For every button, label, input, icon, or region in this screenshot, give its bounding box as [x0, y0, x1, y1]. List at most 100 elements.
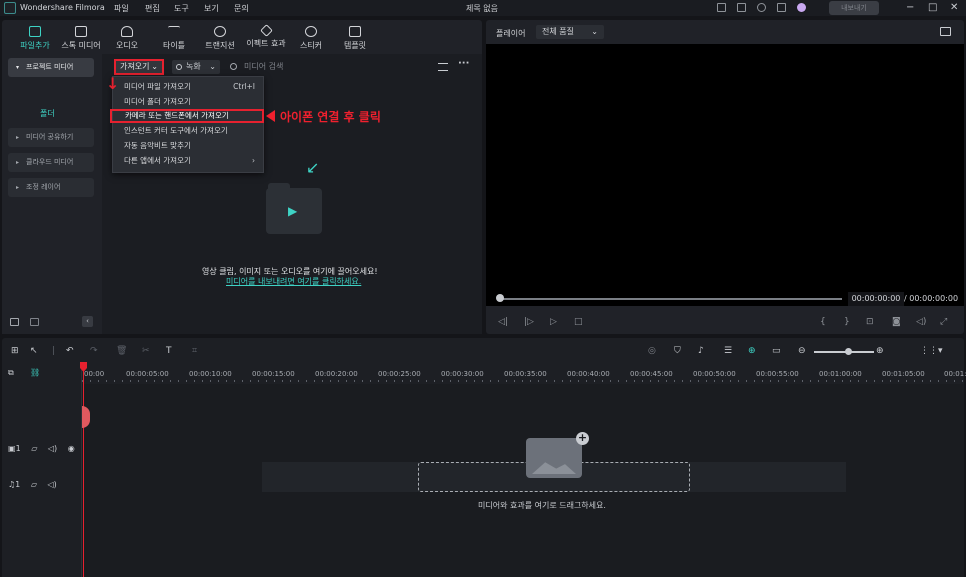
- filmora-logo-icon: [4, 2, 16, 14]
- timeline-toolbar: ⊞ ↖ | ↶ ↷ 🗑 ✂ T ⌗ ◎ ⛉ ♪ ☰ ⊕ ▭ ⊖ ⊕ ⋮⋮ ▾: [2, 338, 964, 362]
- notification-icon[interactable]: [777, 3, 786, 12]
- delete-icon[interactable]: 🗑: [116, 346, 127, 356]
- maximize-icon[interactable]: □: [928, 2, 937, 13]
- menu-view[interactable]: 보기: [204, 3, 219, 14]
- folder-icon[interactable]: ▱: [31, 480, 37, 489]
- drop-link[interactable]: 미디어를 내보내려면 여기를 클릭하세요.: [226, 276, 361, 287]
- tab-stickers[interactable]: 스티커: [288, 26, 334, 51]
- menu-tools[interactable]: 도구: [174, 3, 189, 14]
- render-icon[interactable]: ◎: [648, 346, 656, 356]
- frame-back-icon[interactable]: |▷: [524, 317, 534, 327]
- scrubber-handle[interactable]: [496, 294, 504, 302]
- volume-icon[interactable]: ◁): [916, 317, 926, 327]
- pointer-icon[interactable]: ↖: [30, 346, 38, 356]
- submenu-arrow-icon: ›: [252, 156, 255, 165]
- menu-edit[interactable]: 편집: [145, 3, 160, 14]
- volume-icon[interactable]: ◁): [48, 444, 57, 453]
- chevron-down-icon[interactable]: ▾: [938, 346, 943, 356]
- menu-file[interactable]: 파일: [114, 3, 129, 14]
- text-icon[interactable]: T: [166, 346, 172, 356]
- menu-item-import-other-apps[interactable]: 다른 앱에서 가져오기 ›: [113, 154, 263, 168]
- filter-icon[interactable]: [438, 63, 448, 71]
- sticker-icon: [305, 26, 317, 37]
- template-icon: [349, 26, 361, 37]
- tick-label: 00:00:40:00: [567, 370, 610, 378]
- grid-icon[interactable]: ⊞: [11, 346, 19, 356]
- sidebar-item-shared-media[interactable]: ▸ 미디어 공유하기: [8, 128, 94, 147]
- avatar[interactable]: [797, 3, 806, 12]
- minimize-icon[interactable]: −: [906, 2, 914, 13]
- menu-item-import-instant-cutter[interactable]: 인스턴트 커터 도구에서 가져오기: [113, 124, 263, 138]
- link-icon[interactable]: ⛓: [30, 368, 40, 377]
- zoom-out-icon[interactable]: ⊖: [798, 346, 806, 356]
- import-dropdown-menu: 미디어 파일 가져오기 Ctrl+I 미디어 폴더 가져오기 카메라 또는 핸드폰…: [110, 76, 264, 173]
- sidebar-item-cloud-media[interactable]: ▸ 클라우드 미디어: [8, 153, 94, 172]
- chevron-down-icon: ⌄: [151, 62, 158, 71]
- mark-out-icon[interactable]: }: [844, 317, 850, 327]
- menu-item-auto-beat-sync[interactable]: 자동 음악비트 맞추기: [113, 139, 263, 153]
- zoom-in-icon[interactable]: ⊕: [876, 346, 884, 356]
- new-folder-icon[interactable]: [10, 318, 19, 326]
- mark-in-icon[interactable]: {: [820, 317, 826, 327]
- export-button[interactable]: 내보내기: [829, 1, 879, 15]
- collapse-sidebar-icon[interactable]: ‹: [82, 316, 93, 327]
- sidebar-item-project-media[interactable]: ▾ 프로젝트 미디어: [8, 58, 94, 77]
- tab-titles[interactable]: 타이틀: [151, 26, 197, 51]
- display-icon[interactable]: ⊡: [866, 317, 874, 327]
- menu-item-import-media-files[interactable]: 미디어 파일 가져오기 Ctrl+I: [113, 80, 263, 94]
- fullscreen-icon[interactable]: ⤢: [940, 317, 947, 327]
- media-search-input[interactable]: 미디어 검색: [228, 60, 378, 74]
- play-icon[interactable]: ▷: [550, 317, 557, 327]
- close-icon[interactable]: ✕: [950, 2, 958, 13]
- sidebar-item-folder[interactable]: 폴더: [40, 108, 55, 119]
- redo-icon[interactable]: ↷: [90, 346, 98, 356]
- layout-icon[interactable]: [717, 3, 726, 12]
- shield-icon[interactable]: ⛉: [674, 346, 681, 356]
- menu-help[interactable]: 문의: [234, 3, 249, 14]
- import-dropdown-button[interactable]: 가져오기 ⌄: [114, 59, 164, 75]
- microphone-icon[interactable]: ♪: [698, 346, 704, 356]
- snap-icon[interactable]: ⊕: [748, 346, 756, 356]
- playback-scrubber[interactable]: [500, 298, 842, 300]
- menu-item-import-from-camera[interactable]: 카메라 또는 핸드폰에서 가져오기: [110, 109, 264, 123]
- layout-grid-icon[interactable]: ⋮⋮: [920, 346, 938, 356]
- tick-label: 00:00:25:00: [378, 370, 421, 378]
- camera-icon[interactable]: ◙: [892, 317, 901, 327]
- media-panel: 파일추가 스톡 미디어 오디오 타이틀 트랜지션 이펙트 효과 스티커 템플릿 …: [2, 20, 482, 334]
- transition-icon: [214, 26, 226, 37]
- tab-templates[interactable]: 템플릿: [332, 26, 378, 51]
- tab-transitions[interactable]: 트랜지션: [197, 26, 243, 51]
- timeline-ruler[interactable]: 00:00 00:00:05:00 00:00:10:00 00:00:15:0…: [82, 362, 966, 384]
- crop-icon[interactable]: ⌗: [192, 346, 197, 356]
- timeline-tracks-area[interactable]: + 미디어와 효과를 여기로 드래그하세요.: [82, 384, 964, 577]
- tab-audio[interactable]: 오디오: [104, 26, 150, 51]
- stop-icon[interactable]: □: [574, 317, 583, 327]
- caret-right-icon: ▸: [16, 159, 20, 166]
- zoom-slider-handle[interactable]: [845, 348, 852, 355]
- tab-import[interactable]: 파일추가: [12, 26, 58, 51]
- quality-dropdown[interactable]: 전체 품질 ⌄: [536, 25, 604, 39]
- volume-icon[interactable]: ◁): [48, 480, 57, 489]
- menu-item-import-media-folder[interactable]: 미디어 폴더 가져오기: [113, 95, 263, 109]
- cloud-icon[interactable]: [757, 3, 766, 12]
- eye-icon[interactable]: ◉: [68, 444, 75, 453]
- add-track-icon[interactable]: ⧉: [8, 368, 14, 378]
- sidebar-item-adjustment-layer[interactable]: ▸ 조정 레이어: [8, 178, 94, 197]
- zoom-slider[interactable]: [814, 351, 874, 353]
- save-icon[interactable]: [737, 3, 746, 12]
- folder-icon[interactable]: ▱: [31, 444, 37, 453]
- current-timecode[interactable]: 00:00:00:00: [848, 292, 904, 306]
- tab-label: 트랜지션: [205, 41, 235, 50]
- scene-icon[interactable]: ▭: [772, 346, 781, 356]
- tab-effects[interactable]: 이펙트 효과: [243, 24, 289, 49]
- tab-stock-media[interactable]: 스톡 미디어: [58, 26, 104, 51]
- cut-icon[interactable]: ✂: [142, 346, 150, 356]
- voiceover-icon[interactable]: ☰: [724, 346, 732, 356]
- folder-icon[interactable]: [30, 318, 39, 326]
- more-icon[interactable]: ···: [458, 58, 469, 69]
- record-dropdown-button[interactable]: 녹화 ⌄: [172, 60, 220, 74]
- playhead[interactable]: [83, 364, 84, 577]
- snapshot-icon[interactable]: [940, 27, 951, 36]
- step-back-icon[interactable]: ◁|: [498, 317, 508, 327]
- undo-icon[interactable]: ↶: [66, 346, 74, 356]
